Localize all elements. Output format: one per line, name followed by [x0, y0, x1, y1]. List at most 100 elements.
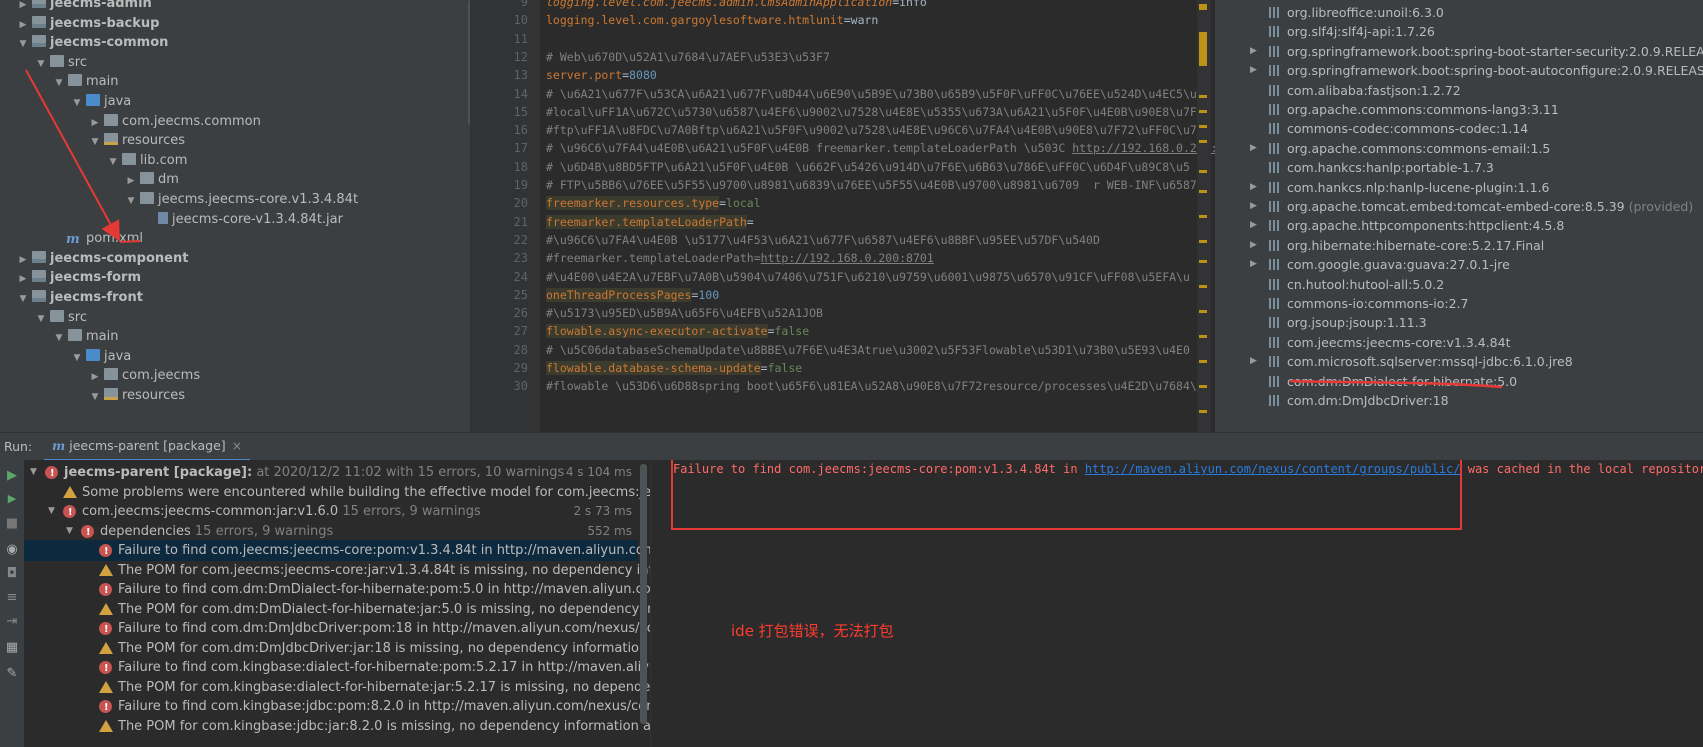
code-line[interactable]: # \u5C06databaseSchemaUpdate\u8BBE\u7F6E… [546, 343, 1190, 357]
build-tree-row[interactable]: Failure to find com.dm:DmJdbcDriver:pom:… [24, 618, 650, 640]
expand-toggle-icon[interactable]: ▼ [88, 132, 102, 153]
tree-item[interactable]: jeecms-core-v1.3.4.84t.jar [142, 209, 343, 230]
code-line[interactable]: freemarker.templateLoaderPath= [546, 214, 754, 229]
code-line[interactable]: #ftp\uFF1A\u8FDC\u7A0Bftp\u6A21\u5F0F\u9… [546, 123, 1197, 137]
tree-item[interactable]: ▶ jeecms-backup [16, 13, 159, 34]
expand-toggle-icon[interactable]: ▼ [52, 328, 66, 349]
tree-item[interactable]: ▶ com.jeecms.common [88, 111, 261, 132]
console-output[interactable]: Failure to find com.jeecms:jeecms-core:p… [651, 460, 1703, 747]
layout-icon[interactable]: ▦ [5, 640, 19, 655]
warning-marker[interactable] [1199, 260, 1207, 263]
build-tree-row[interactable]: Failure to find com.dm:DmDialect-for-hib… [24, 579, 650, 601]
tree-item[interactable]: ▼ jeecms-common [16, 32, 168, 53]
camera-icon[interactable]: ◘ [5, 566, 19, 581]
expand-toggle-icon[interactable]: ▶ [1250, 60, 1257, 81]
warning-marker[interactable] [1199, 110, 1207, 113]
build-tree-row[interactable]: ▼ com.jeecms:jeecms-common:jar:v1.6.0 15 … [24, 501, 638, 523]
build-tree-row[interactable]: Failure to find com.jeecms:jeecms-core:p… [24, 540, 650, 562]
tree-item[interactable]: ▶ jeecms-component [16, 248, 188, 269]
settings-icon[interactable]: ≡ [5, 590, 19, 605]
tree-item[interactable]: ▼ lib.com [106, 150, 187, 171]
tree-item[interactable]: ▼ java [70, 91, 131, 112]
tree-item[interactable]: m pom.xml [50, 228, 143, 249]
expand-toggle-icon[interactable]: ▼ [124, 191, 138, 212]
expand-toggle-icon[interactable]: ▼ [16, 34, 30, 55]
rerun-icon[interactable]: ▶ [5, 468, 19, 483]
code-line[interactable]: # FTP\u5BB6\u76EE\u5F55\u9700\u8981\u683… [546, 178, 1204, 192]
warning-marker[interactable] [1199, 170, 1207, 173]
warning-marker[interactable] [1199, 240, 1207, 243]
tree-item[interactable]: ▶ com.jeecms [88, 365, 200, 386]
build-tree-row[interactable]: The POM for com.kingbase:dialect-for-hib… [24, 677, 650, 698]
expand-toggle-icon[interactable]: ▶ [1250, 351, 1257, 372]
expand-toggle-icon[interactable]: ▶ [1250, 177, 1257, 198]
tree-item[interactable]: ▼ main [52, 326, 118, 347]
tree-item[interactable]: ▼ resources [88, 130, 185, 151]
code-line[interactable]: logging.level.com.jeecms.admin.CmsAdminA… [546, 0, 927, 9]
eye-icon[interactable]: ◉ [5, 542, 19, 557]
expand-toggle-icon[interactable]: ▼ [106, 152, 120, 173]
tree-item[interactable]: ▶ dm [124, 169, 179, 190]
code-line[interactable]: flowable.database-schema-update=false [546, 361, 802, 375]
code-line[interactable]: flowable.async-executor-activate=false [546, 324, 809, 339]
warning-marker[interactable] [1199, 310, 1207, 313]
expand-toggle-icon[interactable]: ▼ [70, 93, 84, 114]
expand-toggle-icon[interactable]: ▶ [1250, 215, 1257, 236]
code-line[interactable]: # \u6A21\u677F\u53CA\u6A21\u677F\u8D44\u… [546, 87, 1204, 101]
editor-error-stripe[interactable] [1197, 0, 1211, 432]
code-line[interactable]: #local\uFF1A\u672C\u5730\u6587\u4EF6\u90… [546, 105, 1204, 119]
build-tree-row[interactable]: The POM for com.dm:DmJdbcDriver:jar:18 i… [24, 638, 650, 659]
warning-marker[interactable] [1199, 140, 1207, 143]
warning-marker[interactable] [1199, 4, 1207, 10]
build-output-tree[interactable]: ▼ jeecms-parent [package]: at 2020/12/2 1… [24, 460, 651, 747]
code-line[interactable]: # \u96C6\u7FA4\u4E0B\u6A21\u5F0F\u4E0B f… [546, 141, 1215, 155]
tree-item[interactable]: ▶ jeecms-form [16, 267, 141, 288]
expand-toggle-icon[interactable]: ▼ [88, 387, 102, 408]
tree-item[interactable]: ▼ jeecms.jeecms-core.v1.3.4.84t [124, 189, 358, 210]
exit-icon[interactable]: ⇥ [5, 614, 19, 629]
build-tree-scrollbar[interactable] [640, 464, 647, 724]
build-tree-row[interactable]: Failure to find com.kingbase:dialect-for… [24, 657, 650, 679]
build-tree-row[interactable]: Failure to find com.kingbase:jdbc:pom:8.… [24, 696, 650, 718]
run-tab[interactable]: m jeecms-parent [package] × [44, 433, 251, 461]
expand-toggle-icon[interactable]: ▼ [34, 309, 48, 330]
expand-toggle-icon[interactable]: ▼ [66, 521, 73, 542]
warning-marker[interactable] [1199, 125, 1207, 128]
expand-toggle-icon[interactable]: ▶ [1250, 235, 1257, 256]
code-line[interactable]: #freemarker.templateLoaderPath=http://19… [546, 251, 934, 265]
pin-icon[interactable]: ✎ [5, 666, 19, 681]
code-line[interactable]: server.port=8080 [546, 68, 657, 82]
code-line[interactable]: oneThreadProcessPages=100 [546, 287, 719, 302]
code-line[interactable]: # Web\u670D\u52A1\u7684\u7AEF\u53E3\u53F… [546, 50, 830, 64]
expand-toggle-icon[interactable]: ▼ [48, 501, 55, 522]
build-tree-row[interactable]: The POM for com.dm:DmDialect-for-hiberna… [24, 599, 650, 620]
tree-item[interactable]: ▼ src [34, 307, 87, 328]
code-line[interactable]: logging.level.com.gargoylesoftware.htmlu… [546, 13, 878, 27]
warning-marker[interactable] [1199, 190, 1207, 193]
warning-marker[interactable] [1199, 215, 1207, 218]
code-line[interactable]: #\u5173\u95ED\u5B9A\u65F6\u4EFB\u52A1JOB [546, 306, 823, 320]
expand-toggle-icon[interactable]: ▶ [1250, 196, 1257, 217]
expand-toggle-icon[interactable]: ▶ [1250, 138, 1257, 159]
expand-toggle-icon[interactable]: ▼ [30, 462, 37, 483]
code-line[interactable]: #\u96C6\u7FA4\u4E0B \u5177\u4F53\u6A21\u… [546, 233, 1100, 247]
code-line[interactable]: #flowable \u53D6\u6D88spring boot\u65F6\… [546, 379, 1204, 393]
warning-marker[interactable] [1199, 385, 1207, 388]
project-tree-panel[interactable]: ▶ jeecms-admin ▶ jeecms-backup ▼ jeecms-commo… [0, 0, 470, 432]
tree-item[interactable]: ▼ src [34, 52, 87, 73]
warning-marker[interactable] [1199, 32, 1207, 66]
editor-panel[interactable]: 9 10 11 12 13 14 15 16 17 18 19 20 21 22 23 24 25 26 27 28 2… [470, 0, 1215, 432]
close-icon[interactable]: × [232, 438, 242, 453]
build-tree-row[interactable]: The POM for com.jeecms:jeecms-core:jar:v… [24, 560, 650, 581]
run-with-errors-icon[interactable]: ▶ [5, 492, 19, 505]
warning-marker[interactable] [1199, 410, 1207, 413]
expand-toggle-icon[interactable]: ▶ [1250, 254, 1257, 275]
tree-item[interactable]: ▼ main [52, 71, 118, 92]
warning-marker[interactable] [1199, 335, 1207, 338]
tree-item[interactable]: ▼ resources [88, 385, 185, 406]
expand-toggle-icon[interactable]: ▼ [34, 54, 48, 75]
expand-toggle-icon[interactable]: ▼ [16, 289, 30, 310]
build-tree-row[interactable]: The POM for com.kingbase:jdbc:jar:8.2.0 … [24, 716, 650, 737]
code-line[interactable]: freemarker.resources.type=local [546, 196, 761, 211]
expand-toggle-icon[interactable]: ▼ [70, 348, 84, 369]
